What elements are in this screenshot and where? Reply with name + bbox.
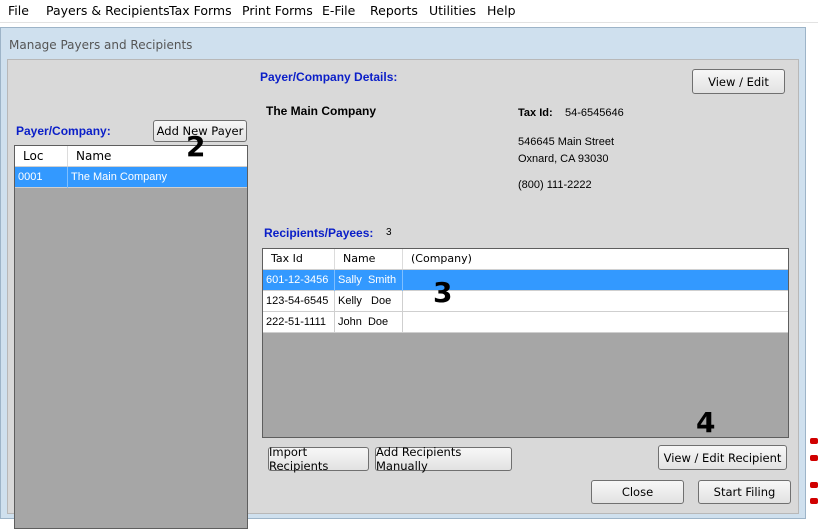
recipient-tax-id-cell: 123-54-6545 <box>263 291 335 312</box>
edge-mark <box>810 498 818 504</box>
menu-payers-recipients[interactable]: Payers & Recipients <box>46 3 170 18</box>
table-row[interactable]: 601-12-3456 Sally Smith <box>263 270 788 291</box>
tax-id-label: Tax Id: <box>518 107 553 119</box>
edge-mark <box>810 438 818 444</box>
payer-list[interactable]: Loc Name 0001 The Main Company <box>14 145 248 529</box>
edge-mark <box>810 482 818 488</box>
payer-name-cell: The Main Company <box>71 171 167 183</box>
company-name: The Main Company <box>266 104 377 118</box>
recipient-name-cell: Sally Smith <box>335 270 403 291</box>
recipient-tax-id-cell: 222-51-1111 <box>263 312 335 333</box>
recipient-name-cell: Kelly Doe <box>335 291 403 312</box>
col-tax-id[interactable]: Tax Id <box>263 249 335 269</box>
menu-reports[interactable]: Reports <box>370 3 418 18</box>
close-button[interactable]: Close <box>591 480 684 504</box>
recipients-table-header: Tax Id Name (Company) <box>263 249 788 270</box>
menu-bar: File Payers & Recipients Tax Forms Print… <box>0 0 818 23</box>
menu-utilities[interactable]: Utilities <box>429 3 476 18</box>
col-recipient-name[interactable]: Name <box>335 249 403 269</box>
recipient-count: 3 <box>386 227 392 238</box>
payer-loc-cell: 0001 <box>15 167 68 188</box>
tax-id-value: 54-6545646 <box>565 107 624 119</box>
recipient-tax-id-cell: 601-12-3456 <box>263 270 335 291</box>
edge-mark <box>810 455 818 461</box>
recipient-company-cell <box>403 312 788 333</box>
view-edit-recipient-button[interactable]: View / Edit Recipient <box>658 445 787 470</box>
address-line-1: 546645 Main Street <box>518 136 615 148</box>
address-line-2: Oxnard, CA 93030 <box>518 153 609 165</box>
table-row[interactable]: 123-54-6545 Kelly Doe <box>263 291 788 312</box>
payer-list-header: Loc Name <box>15 146 247 167</box>
col-name[interactable]: Name <box>68 146 247 166</box>
annotation-number-2: 2 <box>186 130 206 163</box>
add-recipients-manually-button[interactable]: Add Recipients Manually <box>375 445 512 473</box>
annotation-number-3: 3 <box>433 276 453 309</box>
payer-row[interactable]: 0001 The Main Company <box>15 167 247 188</box>
menu-help[interactable]: Help <box>487 3 516 18</box>
payer-company-label: Payer/Company: <box>16 124 111 138</box>
menu-file[interactable]: File <box>8 3 29 18</box>
table-row[interactable]: 222-51-1111 John Doe <box>263 312 788 333</box>
payer-details-label: Payer/Company Details: <box>260 70 398 84</box>
menu-e-file[interactable]: E-File <box>322 3 355 18</box>
menu-print-forms[interactable]: Print Forms <box>242 3 313 18</box>
recipient-company-cell <box>403 270 788 291</box>
recipients-label: Recipients/Payees: <box>264 226 374 240</box>
annotation-number-4: 4 <box>696 406 716 439</box>
menu-tax-forms[interactable]: Tax Forms <box>169 3 232 18</box>
manage-payers-window: Manage Payers and Recipients Payer/Compa… <box>0 27 806 529</box>
import-recipients-button[interactable]: Import Recipients <box>268 445 369 473</box>
recipient-name-cell: John Doe <box>335 312 403 333</box>
col-loc[interactable]: Loc <box>15 146 68 166</box>
recipient-company-cell <box>403 291 788 312</box>
phone-number: (800) 111-2222 <box>518 179 592 191</box>
col-company[interactable]: (Company) <box>403 249 788 269</box>
view-edit-payer-button[interactable]: View / Edit <box>692 69 785 94</box>
window-title: Manage Payers and Recipients <box>9 38 193 52</box>
window-client-area: Payer/Company: Add New Payer Loc Name 00… <box>7 59 799 529</box>
start-filing-button[interactable]: Start Filing <box>698 480 791 504</box>
